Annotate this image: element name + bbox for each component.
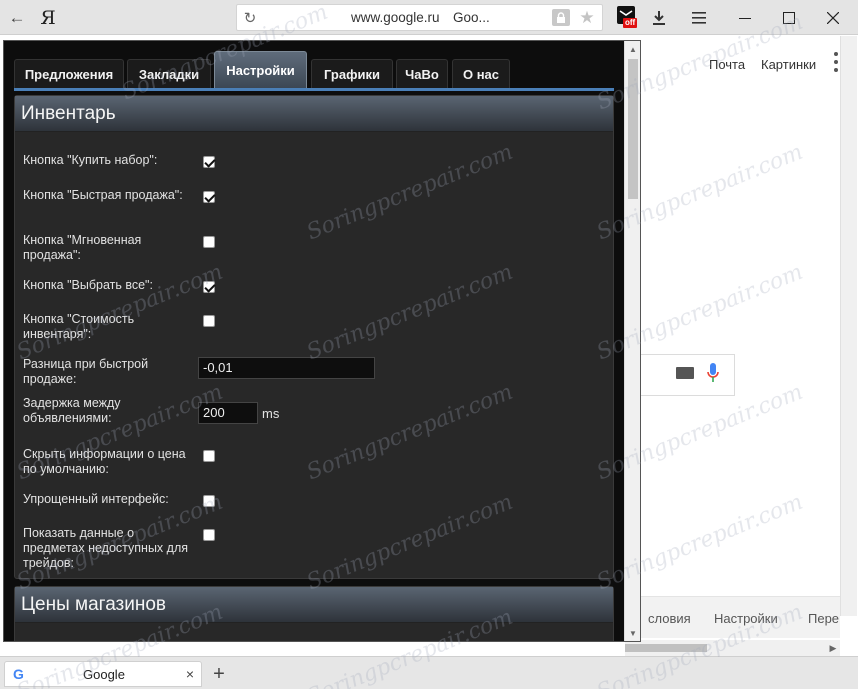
tab-offers[interactable]: Предложения xyxy=(14,59,124,89)
extension-popup: Предложения Закладки Настройки Графики Ч… xyxy=(3,40,641,642)
images-link[interactable]: Картинки xyxy=(761,57,816,72)
scroll-down-arrow-icon[interactable]: ▼ xyxy=(625,627,641,639)
listing-delay-input[interactable]: 200 xyxy=(198,402,258,424)
footer-terms-link[interactable]: словия xyxy=(648,611,691,626)
tab-bookmarks[interactable]: Закладки xyxy=(127,59,211,89)
google-favicon-icon: G xyxy=(13,666,24,682)
quick-sell-diff-input[interactable]: -0,01 xyxy=(198,357,375,379)
address-bar[interactable]: ↻ www.google.ru Goo... ★ xyxy=(236,4,603,31)
microphone-icon[interactable] xyxy=(707,363,719,383)
popup-scrollbar[interactable]: ▲ ▼ xyxy=(624,41,640,641)
setting-label: Разница при быстрой продаже: xyxy=(23,357,149,386)
close-window-icon[interactable] xyxy=(820,0,846,35)
setting-label: Кнопка "Выбрать все": xyxy=(23,278,153,292)
tab-bar: G Google × + xyxy=(0,656,858,689)
keyboard-icon[interactable] xyxy=(676,367,694,379)
apps-icon[interactable] xyxy=(833,52,839,72)
footer-settings-link[interactable]: Настройки xyxy=(714,611,778,626)
tab-faq[interactable]: ЧаВо xyxy=(396,59,448,89)
section-title: Инвентарь xyxy=(21,103,116,124)
minimize-icon[interactable] xyxy=(732,0,758,35)
tabs-underline xyxy=(14,88,614,91)
url-text[interactable]: www.google.ru xyxy=(351,10,440,25)
setting-label: Показать данные о предметах недоступных … xyxy=(23,526,189,570)
extension-off-badge: off xyxy=(623,18,638,28)
browser-toolbar: ← Я ↻ www.google.ru Goo... ★ off xyxy=(0,0,858,35)
back-arrow-icon[interactable]: ← xyxy=(4,0,30,35)
quick-sell-checkbox[interactable] xyxy=(203,191,215,203)
section-header: Инвентарь xyxy=(15,96,613,132)
inventory-value-checkbox[interactable] xyxy=(203,315,215,327)
extension-button[interactable]: off xyxy=(617,6,641,30)
section-title: Цены магазинов xyxy=(21,594,167,615)
maximize-icon[interactable] xyxy=(776,0,802,35)
delay-unit-label: ms xyxy=(262,406,280,421)
setting-label: Задержка между объявлениями: xyxy=(23,396,121,425)
buy-set-checkbox[interactable] xyxy=(203,156,215,168)
tab-title: Google xyxy=(83,667,125,682)
reload-icon[interactable]: ↻ xyxy=(241,5,259,30)
tab-close-icon[interactable]: × xyxy=(183,665,197,683)
new-tab-button[interactable]: + xyxy=(208,661,230,687)
section-header: Цены магазинов xyxy=(15,587,613,623)
tab-charts[interactable]: Графики xyxy=(311,59,393,89)
tab-about[interactable]: О нас xyxy=(452,59,510,89)
scrollbar-thumb[interactable] xyxy=(625,644,707,652)
page-title-short: Goo... xyxy=(453,10,490,25)
scrollbar-thumb[interactable] xyxy=(628,59,638,199)
footer-translate-link[interactable]: Пере xyxy=(808,611,839,626)
setting-label: Упрощенный интерфейс: xyxy=(23,492,169,506)
browser-tab[interactable]: G Google × xyxy=(4,661,202,687)
setting-label: Кнопка "Мгновенная продажа": xyxy=(23,233,142,262)
instant-sell-checkbox[interactable] xyxy=(203,236,215,248)
scroll-right-arrow-icon[interactable]: ▶ xyxy=(827,640,839,656)
menu-icon[interactable] xyxy=(688,0,710,35)
show-untradable-checkbox[interactable] xyxy=(203,529,215,541)
simple-ui-checkbox[interactable] xyxy=(203,495,215,507)
setting-label: Кнопка "Быстрая продажа": xyxy=(23,188,183,202)
tab-settings[interactable]: Настройки xyxy=(214,51,307,89)
select-all-checkbox[interactable] xyxy=(203,281,215,293)
yandex-logo[interactable]: Я xyxy=(38,0,58,35)
lock-icon[interactable] xyxy=(552,9,570,26)
page-vertical-scrollbar[interactable] xyxy=(840,36,857,616)
scroll-up-arrow-icon[interactable]: ▲ xyxy=(625,43,641,55)
inventory-section: Инвентарь Кнопка "Купить набор": Кнопка … xyxy=(14,95,614,579)
setting-label: Кнопка "Стоимость инвентаря": xyxy=(23,312,135,341)
download-icon[interactable] xyxy=(648,0,670,35)
mail-link[interactable]: Почта xyxy=(709,57,745,72)
setting-label: Скрыть информации о цена по умолчанию: xyxy=(23,447,186,476)
shop-prices-section: Цены магазинов xyxy=(14,586,614,641)
hide-default-price-checkbox[interactable] xyxy=(203,450,215,462)
page-horizontal-scrollbar[interactable] xyxy=(625,640,840,656)
bookmark-star-icon[interactable]: ★ xyxy=(577,5,597,30)
setting-label: Кнопка "Купить набор": xyxy=(23,153,158,167)
